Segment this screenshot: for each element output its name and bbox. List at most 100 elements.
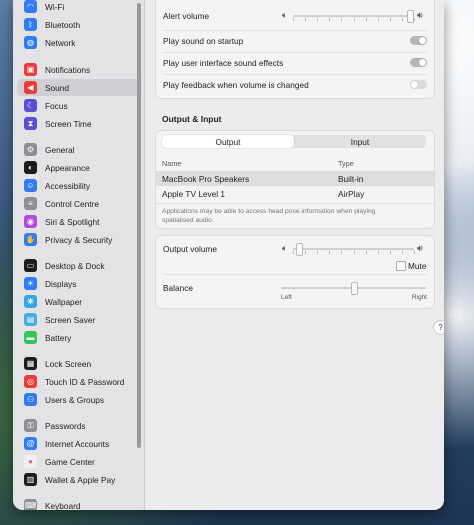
settings-window: ◠ Wi-Fi ᛒ Bluetooth ◍ Network ▣ Notifications ◀ S… <box>13 0 444 510</box>
sidebar-item-label: Accessibility <box>45 180 91 191</box>
volume-feedback-label: Play feedback when volume is changed <box>163 80 309 90</box>
sidebar-item-internet-accounts[interactable]: @ Internet Accounts <box>17 435 140 452</box>
device-row[interactable]: MacBook Pro Speakers Built-in <box>156 172 434 186</box>
output-volume-slider[interactable] <box>293 248 414 250</box>
sidebar-item-label: Screen Saver <box>45 314 96 325</box>
slider-tick <box>377 251 379 254</box>
sidebar-item-lock-screen[interactable]: ▦ Lock Screen <box>17 355 140 372</box>
sidebar-item-label: Sound <box>45 82 69 93</box>
moon-icon: ☾ <box>24 99 37 112</box>
sidebar-item-label: Desktop & Dock <box>45 260 105 271</box>
sidebar-item-label: Privacy & Security <box>45 234 113 245</box>
wifi-icon: ◠ <box>24 0 37 13</box>
users-icon: ⚇ <box>24 393 37 406</box>
balance-thumb[interactable] <box>350 282 358 295</box>
column-type[interactable]: Type <box>338 159 354 168</box>
sidebar-item-users-groups[interactable]: ⚇ Users & Groups <box>17 391 140 408</box>
gear-icon: ⚙ <box>24 143 37 156</box>
output-volume-row: Output volume 🔈︎ 🔊︎ <box>156 238 434 260</box>
sound-pane: Alert volume 🔈︎ 🔊︎ Play sound on startup… <box>145 0 444 510</box>
slider-tick <box>317 251 319 254</box>
output-input-heading: Output & Input <box>162 114 222 124</box>
sidebar-item-appearance[interactable]: ◐ Appearance <box>17 159 140 176</box>
sidebar-item-touch-id-password[interactable]: ◎ Touch ID & Password <box>17 373 140 390</box>
separator <box>163 274 427 275</box>
sidebar-item-control-centre[interactable]: ≡ Control Centre <box>17 195 140 212</box>
mute-label: Mute <box>408 261 427 271</box>
sidebar-item-notifications[interactable]: ▣ Notifications <box>17 61 140 78</box>
sidebar-item-label: Control Centre <box>45 198 99 209</box>
sidebar-item-desktop-dock[interactable]: ▭ Desktop & Dock <box>17 257 140 274</box>
sidebar: ◠ Wi-Fi ᛒ Bluetooth ◍ Network ▣ Notifications ◀ S… <box>13 0 145 510</box>
hand-icon: ✋ <box>24 233 37 246</box>
output-volume-thumb[interactable] <box>296 243 304 256</box>
sidebar-item-network[interactable]: ◍ Network <box>17 34 140 51</box>
slider-tick <box>401 18 403 21</box>
ui-sound-effects-label: Play user interface sound effects <box>163 58 284 68</box>
sidebar-item-label: Notifications <box>45 64 91 75</box>
tab-output[interactable]: Output <box>162 135 294 148</box>
help-button[interactable]: ? <box>433 320 444 335</box>
key-icon: ⚿ <box>24 419 37 432</box>
volume-feedback-toggle[interactable] <box>410 80 427 89</box>
tab-input[interactable]: Input <box>294 135 426 148</box>
mute-checkbox[interactable] <box>396 261 406 271</box>
sidebar-item-general[interactable]: ⚙ General <box>17 141 140 158</box>
sidebar-item-label: Wallet & Apple Pay <box>45 474 116 485</box>
hourglass-icon: ⧗ <box>24 117 37 130</box>
keyboard-icon: ⌨ <box>24 499 37 510</box>
sidebar-item-label: Focus <box>45 100 68 111</box>
sidebar-item-screen-time[interactable]: ⧗ Screen Time <box>17 115 140 132</box>
sidebar-item-bluetooth[interactable]: ᛒ Bluetooth <box>17 16 140 33</box>
slider-tick <box>377 18 379 21</box>
sidebar-item-label: Wallpaper <box>45 296 83 307</box>
display-icon: ☀ <box>24 277 37 290</box>
sidebar-item-label: General <box>45 144 75 155</box>
sidebar-item-accessibility[interactable]: ☺ Accessibility <box>17 177 140 194</box>
sidebar-item-privacy-security[interactable]: ✋ Privacy & Security <box>17 231 140 248</box>
sidebar-item-wallet-apple-pay[interactable]: ▥ Wallet & Apple Pay <box>17 471 140 488</box>
startup-sound-toggle[interactable] <box>410 36 427 45</box>
sound-effects-card: Alert volume 🔈︎ 🔊︎ Play sound on startup… <box>155 0 435 99</box>
sidebar-item-screen-saver[interactable]: ▤ Screen Saver <box>17 311 140 328</box>
wallpaper-icon: ❋ <box>24 295 37 308</box>
slider-tick <box>293 18 294 21</box>
device-row[interactable]: Apple TV Level 1 AirPlay <box>156 187 434 201</box>
startup-sound-label: Play sound on startup <box>163 36 244 46</box>
globe-icon: ◍ <box>24 36 37 49</box>
sidebar-item-wi-fi[interactable]: ◠ Wi-Fi <box>17 0 140 15</box>
alert-volume-thumb[interactable] <box>407 10 415 23</box>
sidebar-item-label: Keyboard <box>45 500 81 511</box>
alert-volume-slider[interactable] <box>293 15 414 17</box>
sidebar-item-keyboard[interactable]: ⌨ Keyboard <box>17 497 140 510</box>
sidebar-item-battery[interactable]: ▬ Battery <box>17 329 140 346</box>
sidebar-item-label: Wi-Fi <box>45 1 65 12</box>
slider-tick <box>317 18 319 21</box>
alert-volume-row: Alert volume 🔈︎ 🔊︎ <box>156 5 434 27</box>
slider-tick <box>353 18 355 21</box>
startup-sound-row: Play sound on startup <box>156 30 434 52</box>
speaker-high-icon: 🔊︎ <box>417 10 423 20</box>
speaker-high-icon: 🔊︎ <box>417 243 423 253</box>
sidebar-item-focus[interactable]: ☾ Focus <box>17 97 140 114</box>
sidebar-scrollbar[interactable] <box>137 3 141 448</box>
siri-icon: ◉ <box>24 215 37 228</box>
sidebar-item-passwords[interactable]: ⚿ Passwords <box>17 417 140 434</box>
bell-icon: ▣ <box>24 63 37 76</box>
sidebar-item-displays[interactable]: ☀ Displays <box>17 275 140 292</box>
slider-tick <box>414 18 415 21</box>
slider-tick <box>365 251 367 254</box>
sidebar-item-siri-spotlight[interactable]: ◉ Siri & Spotlight <box>17 213 140 230</box>
sidebar-item-label: Bluetooth <box>45 19 81 30</box>
slider-tick <box>305 251 307 254</box>
column-name[interactable]: Name <box>162 159 181 168</box>
ui-sound-effects-toggle[interactable] <box>410 58 427 67</box>
at-icon: @ <box>24 437 37 450</box>
sidebar-item-label: Game Center <box>45 456 95 467</box>
sidebar-item-wallpaper[interactable]: ❋ Wallpaper <box>17 293 140 310</box>
control-centre-icon: ≡ <box>24 197 37 210</box>
sidebar-item-game-center[interactable]: ● Game Center <box>17 453 140 470</box>
sidebar-item-sound[interactable]: ◀ Sound <box>17 79 140 96</box>
slider-tick <box>389 251 391 254</box>
alert-volume-label: Alert volume <box>163 11 210 21</box>
